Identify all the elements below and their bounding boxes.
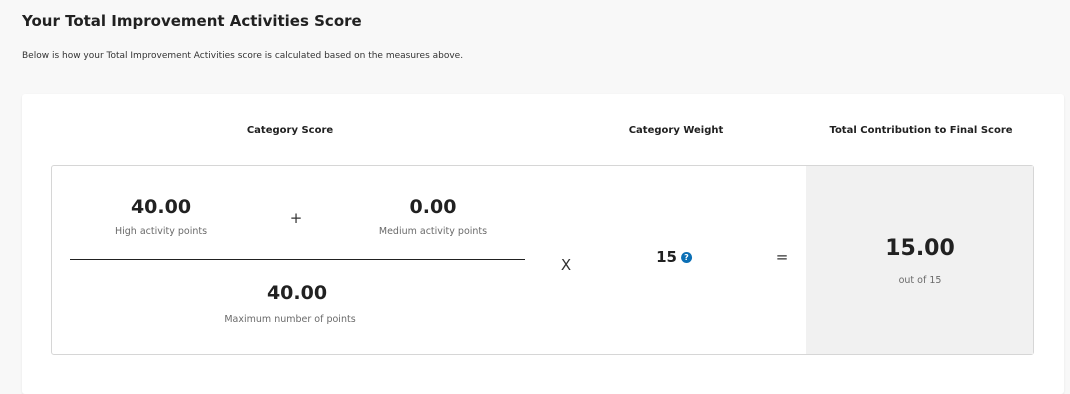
multiply-operator: X xyxy=(560,256,572,274)
max-points-value: 40.00 xyxy=(266,282,328,304)
fraction-line xyxy=(70,259,525,260)
help-icon[interactable]: ? xyxy=(680,251,692,263)
high-activity-points-value: 40.00 xyxy=(130,196,192,218)
category-weight: 15 ? xyxy=(656,248,692,266)
medium-activity-points-value: 0.00 xyxy=(409,196,457,218)
medium-activity-points-label: Medium activity points xyxy=(378,226,488,237)
section-title: Your Total Improvement Activities Score xyxy=(22,12,362,30)
category-weight-value: 15 xyxy=(656,248,677,266)
max-points-label: Maximum number of points xyxy=(224,314,356,325)
equals-operator: = xyxy=(775,248,789,266)
section-description: Below is how your Total Improvement Acti… xyxy=(22,51,464,61)
header-category-weight: Category Weight xyxy=(628,125,724,136)
high-activity-points-label: High activity points xyxy=(114,226,208,237)
plus-operator: + xyxy=(289,209,303,227)
header-category-score: Category Score xyxy=(246,125,334,136)
result-value: 15.00 xyxy=(885,236,955,261)
header-total-contribution: Total Contribution to Final Score xyxy=(829,125,1013,136)
result-label: out of 15 xyxy=(898,275,942,286)
